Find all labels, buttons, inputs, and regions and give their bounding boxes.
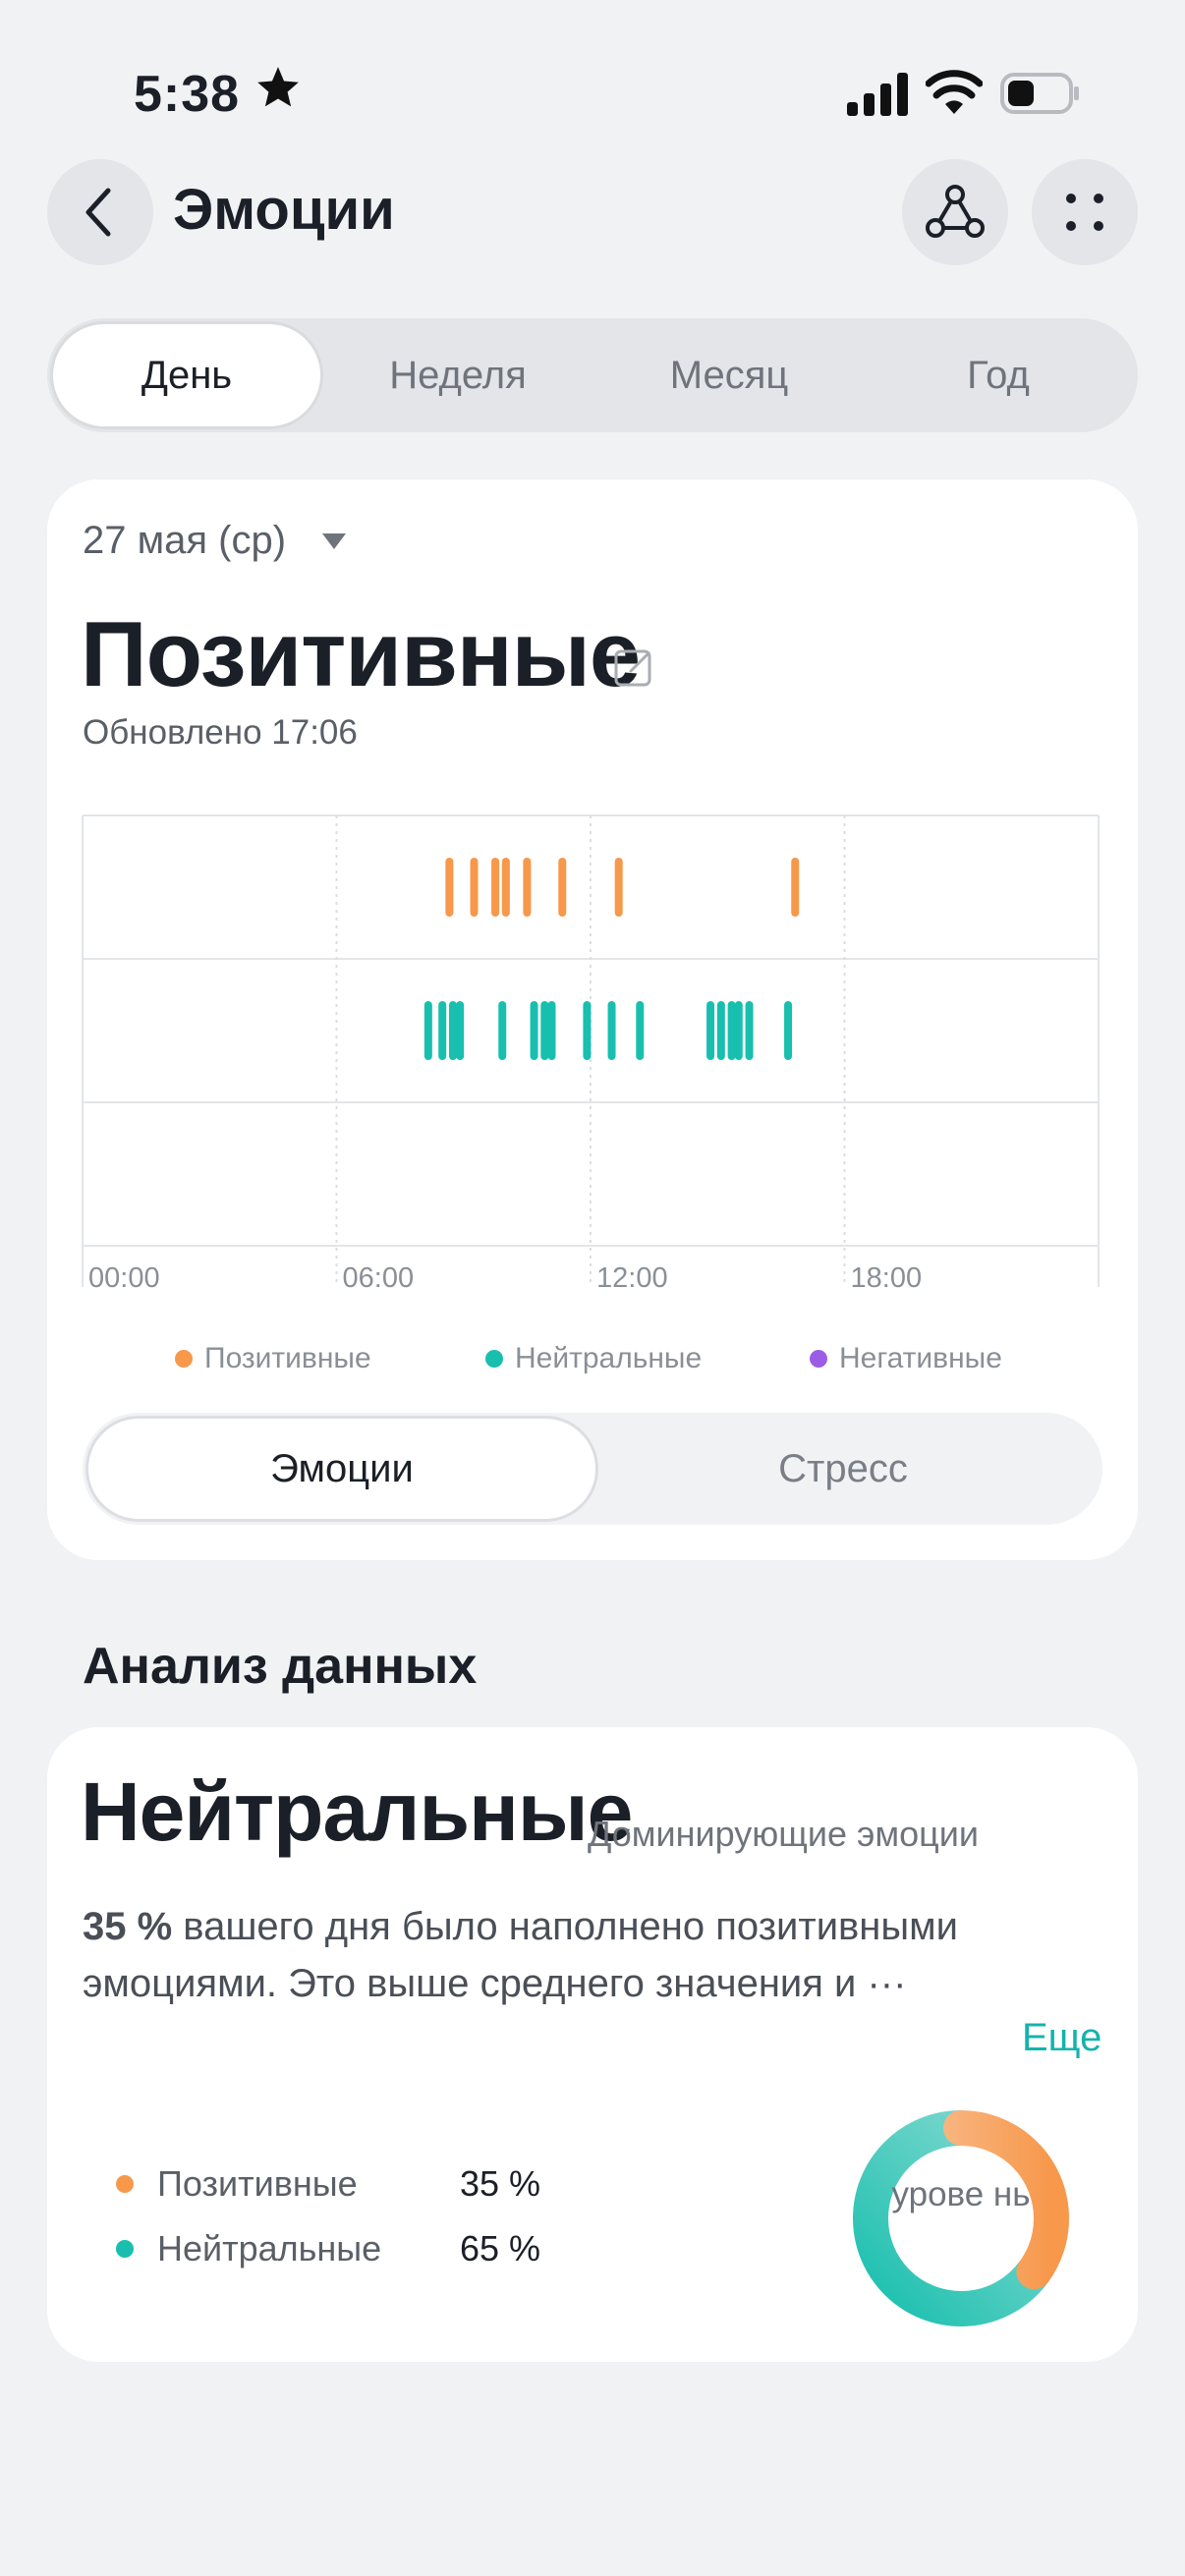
metric-toggle: Эмоции Стресс <box>83 1413 1102 1525</box>
legend-dot <box>485 1350 503 1368</box>
dominant-emotion: Нейтральные <box>81 1765 633 1858</box>
stat-label: Позитивные <box>157 2163 358 2204</box>
stat-dot <box>116 2175 134 2193</box>
legend-label: Позитивные <box>204 1342 371 1374</box>
emotion-mark <box>530 1001 538 1060</box>
toggle-emotions[interactable]: Эмоции <box>88 1419 595 1519</box>
battery-icon <box>1000 73 1079 114</box>
emotion-mark <box>716 1001 725 1060</box>
x-tick-label: 12:00 <box>596 1262 668 1294</box>
date-selector[interactable]: 27 мая (ср) <box>83 519 286 563</box>
edit-icon[interactable] <box>613 646 654 688</box>
tab-month[interactable]: Месяц <box>595 324 863 426</box>
emotion-mark <box>423 1001 432 1060</box>
stat-row-positive: Позитивные 35 % <box>116 2163 540 2205</box>
tab-year[interactable]: Год <box>865 324 1132 426</box>
legend-dot <box>175 1350 193 1368</box>
more-button[interactable] <box>1032 159 1138 265</box>
toggle-stress[interactable]: Стресс <box>590 1419 1097 1519</box>
emotion-mark <box>607 1001 616 1060</box>
donut-center-label: урове нь <box>891 2175 1031 2213</box>
emotion-mark <box>470 858 479 917</box>
emotion-mark <box>784 1001 793 1060</box>
legend-item-negative: Негативные <box>810 1342 1002 1375</box>
emotion-mark <box>438 1001 447 1060</box>
emotion-mark <box>523 858 532 917</box>
emotion-mark <box>583 1001 592 1060</box>
emotion-mark <box>706 1001 715 1060</box>
emotion-mark <box>727 1001 736 1060</box>
emotion-mark <box>745 1001 754 1060</box>
x-tick-label: 18:00 <box>851 1262 923 1294</box>
dominant-caption: Доминирующие эмоции <box>588 1814 980 1854</box>
share-icon <box>926 185 985 238</box>
wifi-icon <box>926 70 983 114</box>
emotion-mark <box>791 858 800 917</box>
status-time: 5:38 <box>134 66 241 123</box>
more-dots-icon <box>1066 194 1103 231</box>
stat-value: 65 % <box>460 2228 541 2268</box>
description-text: вашего дня было наполнено позитивными эм… <box>83 1905 958 2005</box>
chevron-left-icon <box>85 188 111 237</box>
stat-label: Нейтральные <box>157 2228 382 2268</box>
section-title: Анализ данных <box>83 1638 478 1695</box>
caret-down-icon[interactable] <box>322 533 346 549</box>
legend-label: Нейтральные <box>515 1342 703 1374</box>
emotion-mark <box>540 1001 549 1060</box>
emotion-donut-chart <box>853 2110 1069 2326</box>
stat-dot <box>116 2240 134 2258</box>
emotion-mark <box>448 1001 457 1060</box>
description-highlight: 35 % <box>83 1905 173 1948</box>
tab-week[interactable]: Неделя <box>324 324 592 426</box>
emotion-mark <box>614 858 623 917</box>
emotion-mark <box>558 858 567 917</box>
stat-value: 35 % <box>460 2163 541 2204</box>
back-button[interactable] <box>47 159 153 265</box>
emotion-mark <box>445 858 454 917</box>
x-tick-label: 00:00 <box>88 1262 160 1294</box>
current-emotion: Позитивные <box>81 602 641 705</box>
emotion-mark <box>498 1001 507 1060</box>
emotion-mark <box>456 1001 465 1060</box>
tab-day[interactable]: День <box>53 324 320 426</box>
legend-label: Негативные <box>839 1342 1002 1374</box>
emotion-mark <box>636 1001 645 1060</box>
emotion-mark <box>734 1001 743 1060</box>
analysis-description: 35 % вашего дня было наполнено позитивны… <box>83 1898 1055 2012</box>
legend-item-positive: Позитивные <box>175 1342 371 1375</box>
more-link[interactable]: Еще <box>1022 2016 1101 2060</box>
updated-time: Обновлено 17:06 <box>83 713 358 752</box>
x-tick-label: 06:00 <box>343 1262 415 1294</box>
emotion-mark <box>501 858 510 917</box>
emotion-timeline-chart: 00:00 06:00 12:00 18:00 <box>82 814 1100 1294</box>
emotion-mark <box>491 858 500 917</box>
legend-dot <box>810 1350 827 1368</box>
stat-row-neutral: Нейтральные 65 % <box>116 2228 540 2269</box>
star-icon <box>257 67 299 107</box>
legend-item-neutral: Нейтральные <box>485 1342 702 1375</box>
cellular-signal-icon <box>847 73 908 116</box>
period-tabs: День Неделя Месяц Год <box>47 318 1138 432</box>
share-button[interactable] <box>902 159 1008 265</box>
page-title: Эмоции <box>173 178 395 242</box>
emotion-mark <box>547 1001 556 1060</box>
